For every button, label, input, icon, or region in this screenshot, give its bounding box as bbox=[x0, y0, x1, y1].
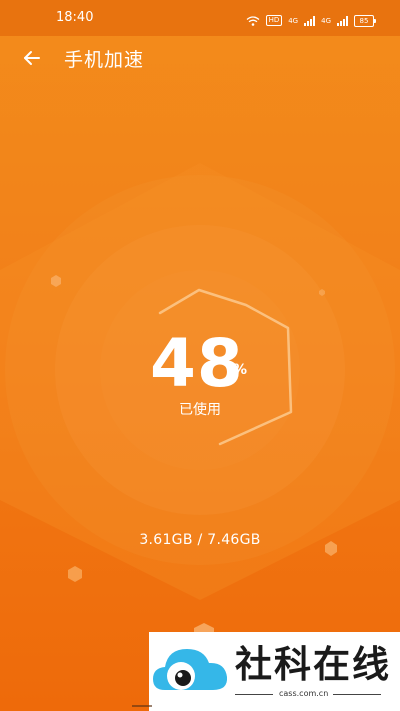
watermark: 社科在线 cass.com.cn bbox=[149, 632, 400, 711]
watermark-text: 社科在线 bbox=[235, 643, 391, 686]
watermark-divider-right bbox=[333, 694, 381, 695]
signal-label-1: 4G bbox=[288, 16, 299, 25]
memory-percent: 48 % bbox=[150, 326, 260, 402]
back-button[interactable] bbox=[16, 44, 46, 72]
memory-percent-value: 48 bbox=[150, 325, 244, 402]
wifi-icon bbox=[246, 11, 260, 30]
signal-bars-icon bbox=[337, 11, 348, 30]
memory-usage-text: 3.61GB / 7.46GB bbox=[139, 532, 261, 548]
page-title: 手机加速 bbox=[64, 49, 145, 71]
status-icons: HD 4G 4G 85 bbox=[246, 11, 376, 30]
navigation-handle[interactable] bbox=[132, 705, 152, 707]
signal-label-2: 4G bbox=[321, 16, 331, 25]
phone-boost-screen: 18:40 HD 4G 4G 85 手机加速 48 % 已使用 3.61GB /… bbox=[0, 0, 400, 711]
used-label: 已使用 bbox=[179, 402, 221, 418]
watermark-logo bbox=[153, 649, 228, 690]
watermark-divider-left bbox=[235, 694, 273, 695]
toolbar: 手机加速 bbox=[0, 36, 400, 80]
signal-bars-icon bbox=[304, 11, 316, 30]
battery-indicator: 85 bbox=[354, 14, 376, 27]
watermark-domain: cass.com.cn bbox=[279, 689, 329, 698]
hd-badge: HD bbox=[265, 15, 283, 26]
memory-percent-unit: % bbox=[233, 362, 248, 378]
status-time: 18:40 bbox=[56, 10, 94, 25]
arrow-left-icon bbox=[24, 51, 40, 65]
status-bar: 18:40 HD 4G 4G 85 bbox=[0, 0, 400, 36]
